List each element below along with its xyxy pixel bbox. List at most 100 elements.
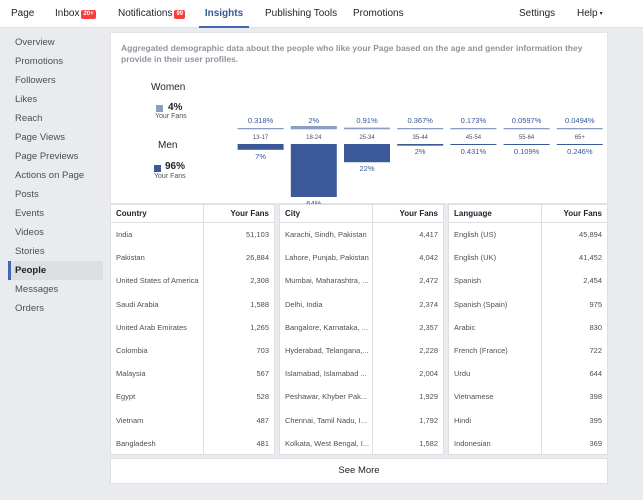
fans-count-cell: 51,103 (246, 230, 269, 239)
table-row: Indonesian 369 (449, 432, 607, 455)
column-header-your-fans[interactable]: Your Fans (230, 205, 269, 223)
fans-count-cell: 528 (256, 392, 269, 402)
fans-count-cell: 1,582 (419, 438, 438, 448)
women-value-label: 0.173% (461, 116, 487, 125)
top-nav: Page Inbox 20+ Notifications 99 Insights P… (0, 0, 643, 28)
fans-count-cell: 2,228 (419, 345, 438, 355)
language-name-cell: Spanish (454, 276, 482, 286)
fans-count-cell: 1,792 (419, 415, 438, 425)
sidebar-item-likes[interactable]: Likes (8, 90, 103, 109)
table-row: Karachi, Sindh, Pakistan 4,417 (280, 223, 443, 246)
help-label: Help (577, 8, 598, 19)
table-row: Urdu 644 (449, 362, 607, 385)
column-header-city[interactable]: City (285, 205, 300, 223)
city-name-cell: Hyderabad, Telangana,... (285, 345, 369, 355)
sidebar-item-stories[interactable]: Stories (8, 242, 103, 261)
country-name-cell: Pakistan (116, 253, 145, 263)
women-bar (344, 127, 390, 129)
nav-tab-promotions[interactable]: Promotions (353, 0, 404, 28)
language-name-cell: English (US) (454, 230, 497, 239)
language-name-cell: French (France) (454, 345, 508, 355)
nav-tab-label: Insights (204, 8, 244, 19)
nav-tab-notifications[interactable]: Notifications 99 (118, 0, 186, 28)
fans-count-cell: 2,454 (583, 276, 602, 286)
column-header-your-fans[interactable]: Your Fans (563, 205, 602, 223)
table-row: Delhi, India 2,374 (280, 293, 443, 316)
fans-count-cell: 45,894 (579, 230, 602, 239)
women-value-label: 0.0597% (512, 116, 542, 125)
table-row: Hyderabad, Telangana,... 2,228 (280, 339, 443, 362)
city-name-cell: Delhi, India (285, 299, 323, 309)
people-panel: Aggregated demographic data about the pe… (110, 32, 608, 484)
sidebar-item-videos[interactable]: Videos (8, 223, 103, 242)
nav-tab-insights[interactable]: Insights (199, 0, 249, 28)
table-row: Pakistan 26,884 (111, 246, 274, 269)
table-row: Kolkata, West Bengal, I... 1,582 (280, 432, 443, 455)
women-bar (290, 126, 337, 129)
table-row: English (US) 45,894 (449, 223, 607, 246)
sidebar-item-promotions[interactable]: Promotions (8, 52, 103, 71)
column-header-language[interactable]: Language (454, 205, 492, 223)
column-header-country[interactable]: Country (116, 205, 147, 223)
fans-count-cell: 644 (589, 369, 602, 379)
sidebar-item-orders[interactable]: Orders (8, 299, 103, 318)
women-bar (503, 128, 550, 129)
city-name-cell: Islamabad, Islamabad ... (285, 369, 367, 379)
nav-tab-inbox[interactable]: Inbox 20+ (55, 0, 96, 28)
table-row: Spanish 2,454 (449, 269, 607, 292)
table-row: Bangladesh 481 (111, 432, 274, 455)
notifications-badge: 99 (174, 10, 186, 19)
nav-tab-publishing-tools[interactable]: Publishing Tools (265, 0, 337, 28)
sidebar-item-followers[interactable]: Followers (8, 71, 103, 90)
sidebar-item-events[interactable]: Events (8, 204, 103, 223)
country-name-cell: Vietnam (116, 415, 144, 425)
language-name-cell: Hindi (454, 415, 472, 425)
table-row: Lahore, Punjab, Pakistan 4,042 (280, 246, 443, 269)
nav-tab-page[interactable]: Page (11, 0, 34, 28)
settings-link[interactable]: Settings (519, 0, 555, 28)
language-name-cell: Arabic (454, 322, 476, 332)
women-value-label: 2% (308, 116, 319, 125)
table-header: City Your Fans (280, 205, 443, 223)
women-value-label: 0.0494% (565, 116, 595, 125)
column-header-your-fans[interactable]: Your Fans (399, 205, 438, 223)
fans-count-cell: 4,042 (419, 253, 438, 263)
country-name-cell: India (116, 230, 133, 239)
sidebar-item-overview[interactable]: Overview (8, 33, 103, 52)
nav-tab-label: Notifications (118, 8, 173, 19)
sidebar-item-page-views[interactable]: Page Views (8, 128, 103, 147)
insights-sidebar: Overview Promotions Followers Likes Reac… (8, 33, 103, 318)
caret-down-icon: ▾ (599, 11, 603, 17)
table-row: Spanish (Spain) 975 (449, 293, 607, 316)
fans-count-cell: 481 (256, 438, 269, 448)
sidebar-item-people[interactable]: People (8, 261, 103, 280)
men-bar (556, 144, 603, 145)
men-bar (290, 144, 337, 197)
language-name-cell: Urdu (454, 369, 471, 379)
fans-count-cell: 1,929 (419, 392, 438, 402)
city-name-cell: Chennai, Tamil Nadu, I... (285, 415, 367, 425)
table-row: Egypt 528 (111, 385, 274, 408)
sidebar-item-actions-on-page[interactable]: Actions on Page (8, 166, 103, 185)
sidebar-item-messages[interactable]: Messages (8, 280, 103, 299)
sidebar-item-reach[interactable]: Reach (8, 109, 103, 128)
table-row: Peshawar, Khyber Pak... 1,929 (280, 385, 443, 408)
language-table: Language Your Fans English (US) 45,894 Engli… (448, 204, 608, 455)
sidebar-item-posts[interactable]: Posts (8, 185, 103, 204)
men-value-label: 2% (415, 147, 426, 156)
see-more-button[interactable]: See More (110, 458, 608, 484)
fans-count-cell: 2,308 (250, 276, 269, 286)
women-bar (556, 128, 603, 129)
fans-count-cell: 4,417 (419, 230, 438, 239)
fans-count-cell: 398 (589, 392, 602, 402)
table-row: Arabic 830 (449, 316, 607, 339)
fans-count-cell: 41,452 (579, 253, 602, 263)
inbox-badge: 20+ (81, 10, 96, 19)
table-header: Language Your Fans (449, 205, 607, 223)
fans-count-cell: 487 (256, 415, 269, 425)
table-row: United Arab Emirates 1,265 (111, 316, 274, 339)
help-menu[interactable]: Help ▾ (577, 0, 603, 28)
country-name-cell: United Arab Emirates (116, 322, 187, 332)
sidebar-item-page-previews[interactable]: Page Previews (8, 147, 103, 166)
fans-count-cell: 703 (256, 345, 269, 355)
